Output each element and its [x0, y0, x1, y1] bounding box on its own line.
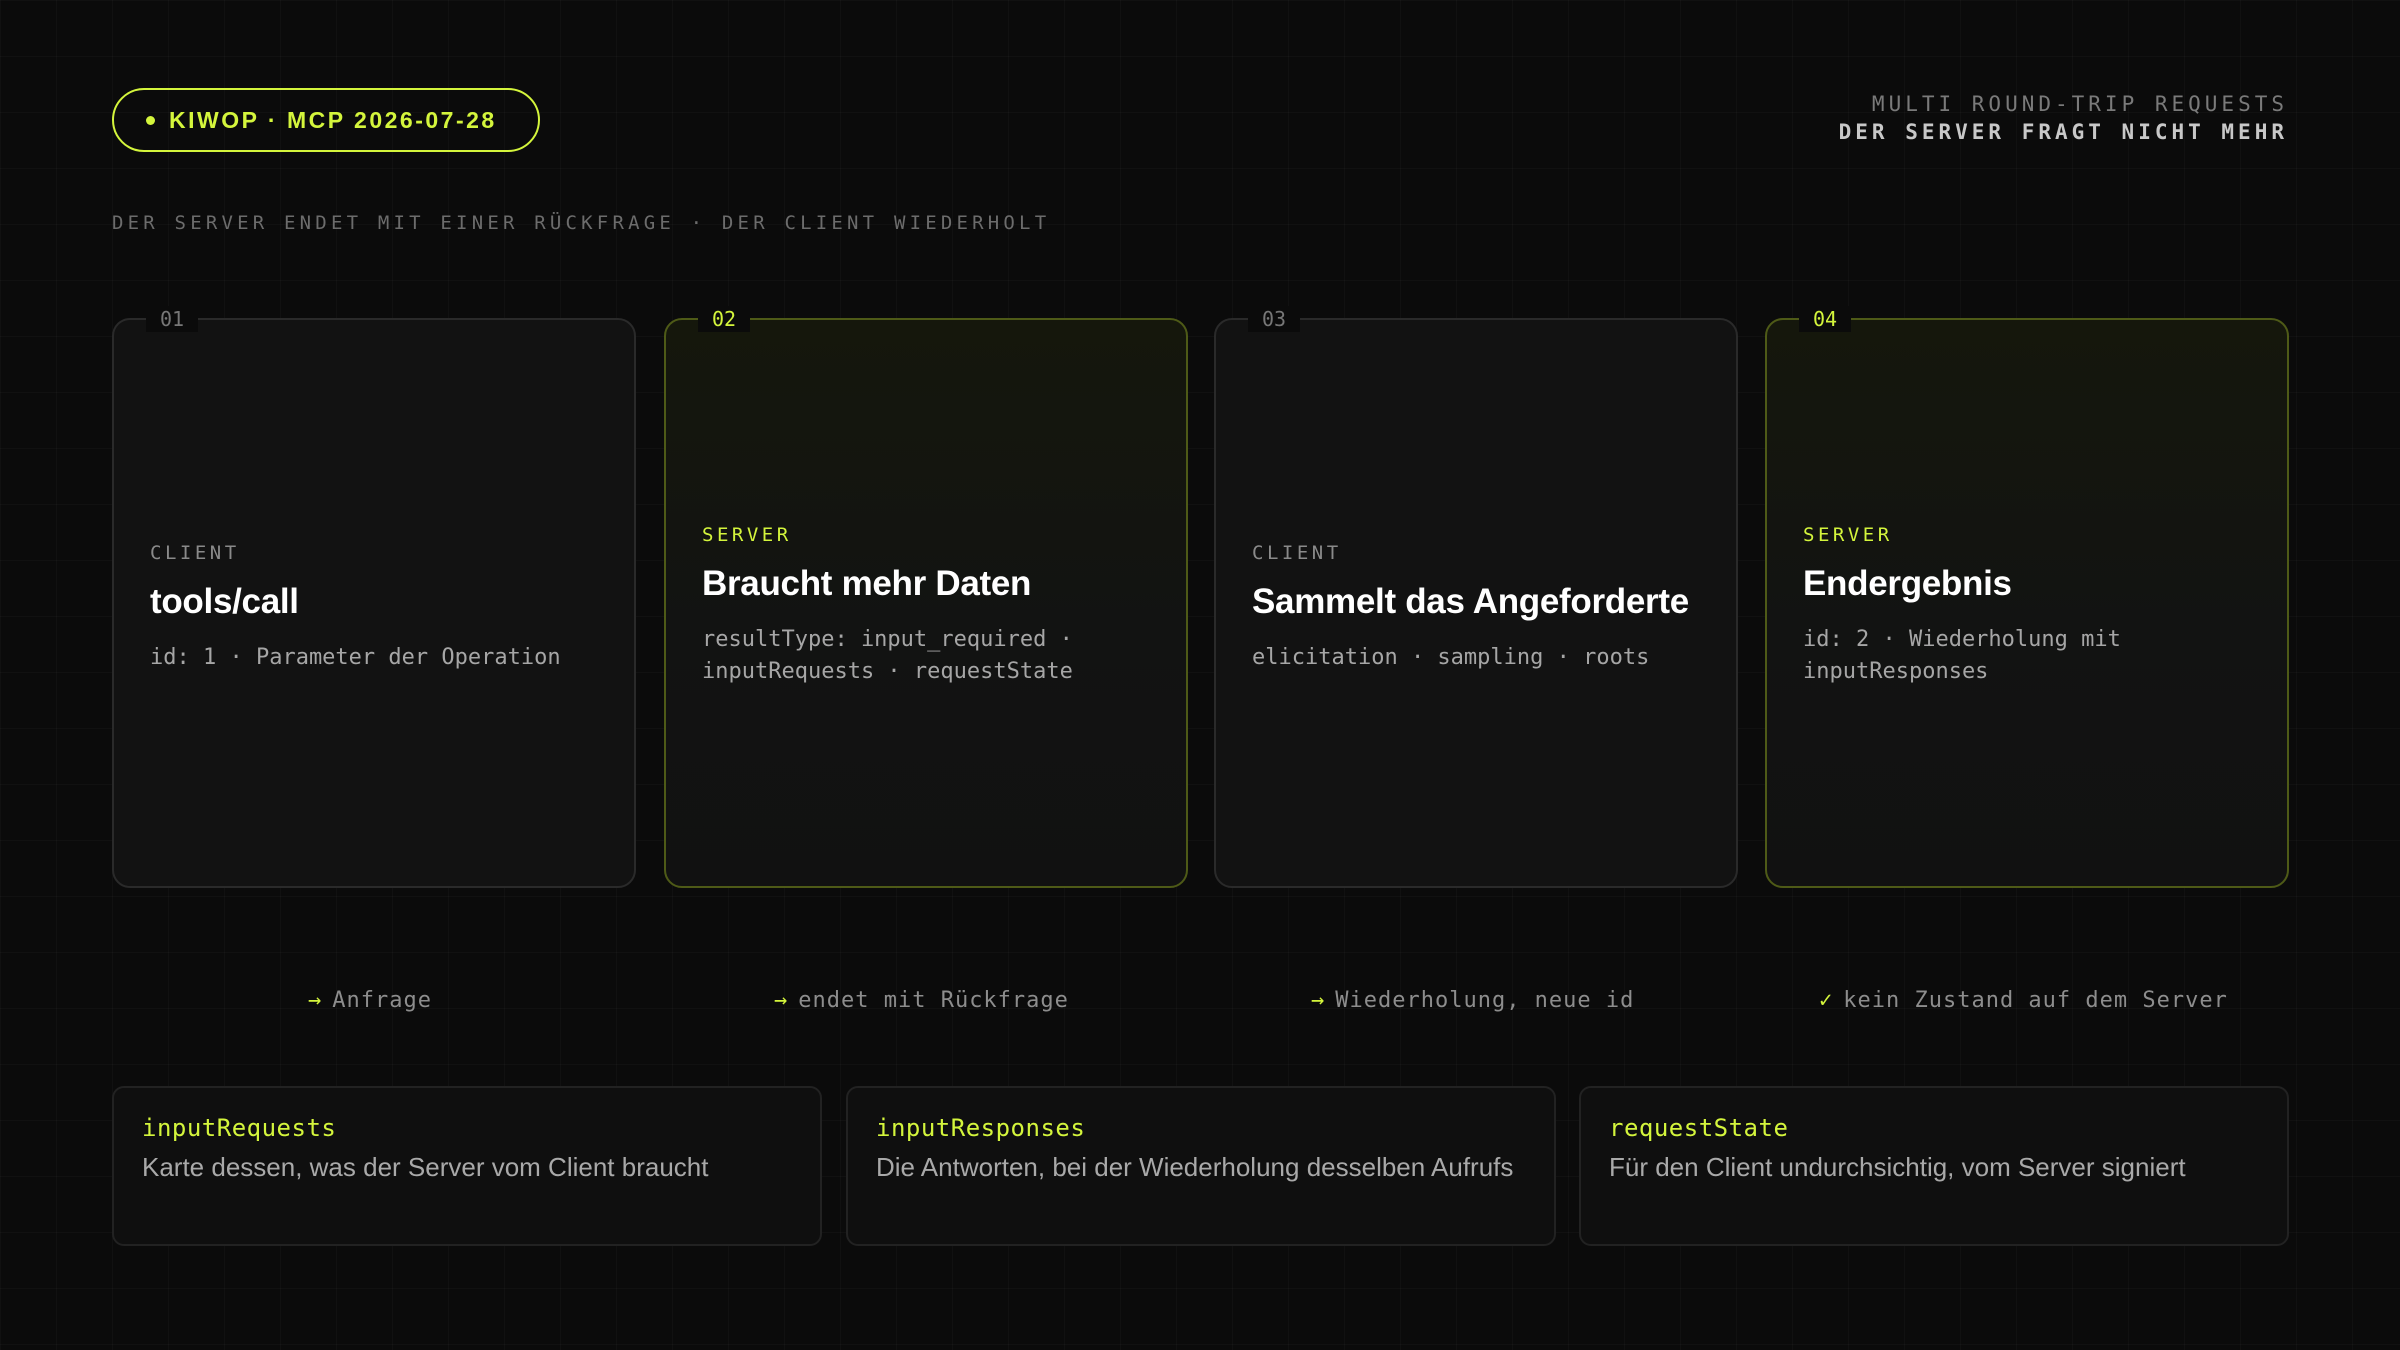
subtitle: DER SERVER ENDET MIT EINER RÜCKFRAGE · D… [112, 212, 1051, 234]
step-card-2: 02 SERVER Braucht mehr Daten resultType:… [664, 306, 1188, 888]
step-title: tools/call [150, 582, 299, 621]
step-title: Endergebnis [1803, 564, 2012, 603]
flow-text: endet mit Rückfrage [798, 988, 1069, 1013]
arrow-right-icon: → [1311, 988, 1326, 1013]
step-card-3: 03 CLIENT Sammelt das Angeforderte elici… [1214, 306, 1738, 888]
step-description: id: 2 · Wiederholung mit inputResponses [1803, 627, 2121, 684]
glossary-card-input-requests: inputRequests Karte dessen, was der Serv… [112, 1086, 822, 1246]
status-dot-icon [146, 115, 155, 125]
flow-label-2: → endet mit Rückfrage [774, 988, 1069, 1013]
glossary-card-input-responses: inputResponses Die Antworten, bei der Wi… [846, 1086, 1556, 1246]
arrow-right-icon: → [308, 988, 323, 1013]
checkmark-icon: ✓ [1819, 988, 1834, 1013]
step-description: resultType: input_required · inputReques… [702, 627, 1073, 684]
step-role: SERVER [1803, 524, 1893, 546]
arrow-right-icon: → [774, 988, 789, 1013]
step-title: Sammelt das Angeforderte [1252, 582, 1689, 621]
flow-label-1: → Anfrage [308, 988, 432, 1013]
glossary-card-request-state: requestState Für den Client undurchsicht… [1579, 1086, 2289, 1246]
step-number: 04 [1799, 306, 1852, 332]
step-role: CLIENT [150, 542, 240, 564]
step-number: 03 [1248, 306, 1301, 332]
flow-text: Anfrage [332, 988, 432, 1013]
step-description: id: 1 · Parameter der Operation [150, 645, 561, 670]
caption-line-1: MULTI ROUND-TRIP REQUESTS [1871, 92, 2288, 116]
step-role: CLIENT [1252, 542, 1342, 564]
flow-label-4: ✓ kein Zustand auf dem Server [1819, 988, 2228, 1013]
version-badge: KIWOP · MCP 2026-07-28 [112, 88, 540, 152]
flow-text: Wiederholung, neue id [1335, 988, 1635, 1013]
glossary-term: requestState [1609, 1114, 1789, 1142]
glossary-definition: Karte dessen, was der Server vom Client … [142, 1152, 709, 1182]
step-number: 02 [698, 306, 751, 332]
flow-label-3: → Wiederholung, neue id [1311, 988, 1634, 1013]
glossary-term: inputRequests [142, 1114, 337, 1142]
glossary-definition: Die Antworten, bei der Wiederholung dess… [876, 1152, 1514, 1182]
header-caption: MULTI ROUND-TRIP REQUESTS DER SERVER FRA… [1839, 90, 2288, 146]
badge-label: KIWOP · MCP 2026-07-28 [169, 106, 497, 133]
caption-line-2: DER SERVER FRAGT NICHT MEHR [1838, 120, 2288, 144]
glossary-term: inputResponses [876, 1114, 1086, 1142]
step-card-1: 01 CLIENT tools/call id: 1 · Parameter d… [112, 306, 636, 888]
step-description: elicitation · sampling · roots [1252, 645, 1650, 670]
glossary-definition: Für den Client undurchsichtig, vom Serve… [1609, 1152, 2186, 1182]
step-role: SERVER [702, 524, 792, 546]
step-number: 01 [146, 306, 199, 332]
flow-text: kein Zustand auf dem Server [1843, 988, 2228, 1013]
step-card-4: 04 SERVER Endergebnis id: 2 · Wiederholu… [1765, 306, 2289, 888]
step-title: Braucht mehr Daten [702, 564, 1032, 603]
